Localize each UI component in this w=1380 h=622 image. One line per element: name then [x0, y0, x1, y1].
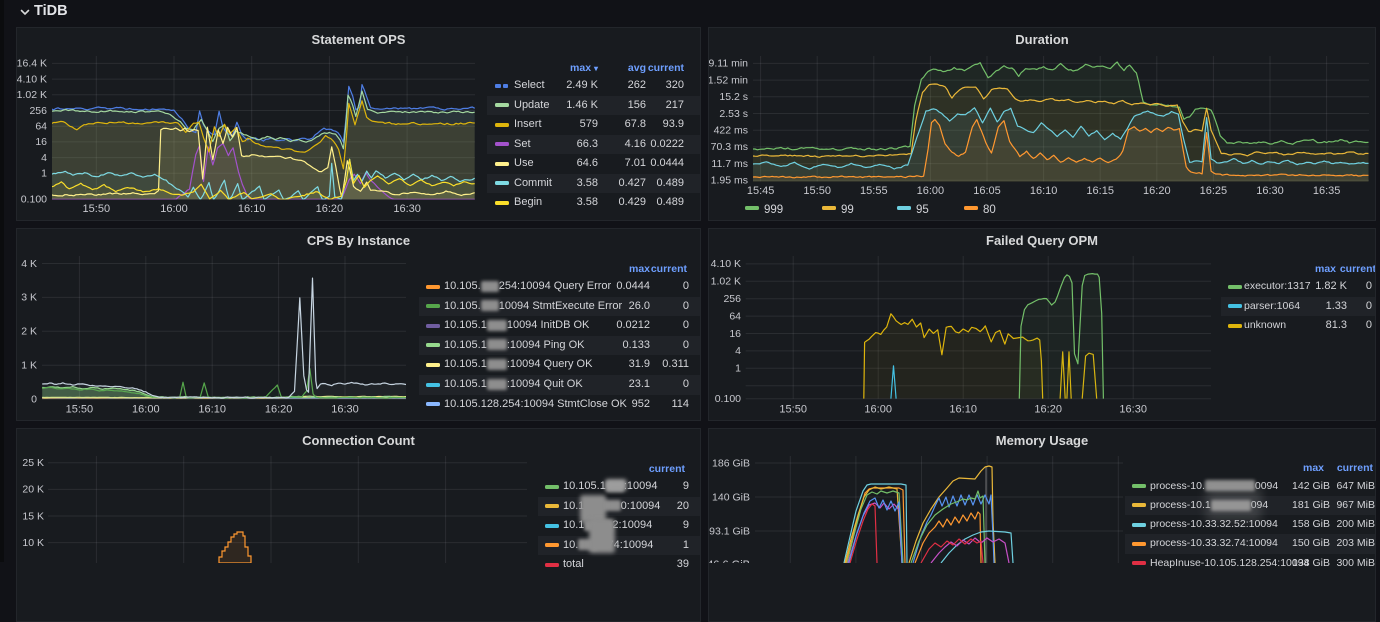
svg-text:16:00: 16:00 [864, 404, 892, 416]
svg-text:99: 99 [841, 204, 854, 216]
svg-text:70.3 ms: 70.3 ms [711, 141, 748, 153]
svg-text:11.7 ms: 11.7 ms [711, 158, 748, 170]
svg-text:4: 4 [735, 345, 741, 357]
svg-text:1.52 min: 1.52 min [709, 74, 748, 86]
svg-text:1.95 ms: 1.95 ms [711, 175, 748, 187]
svg-text:1: 1 [735, 363, 741, 375]
svg-text:999: 999 [764, 204, 783, 216]
svg-text:95: 95 [916, 204, 929, 216]
svg-text:16:35: 16:35 [1313, 185, 1341, 197]
svg-text:15:55: 15:55 [860, 185, 888, 197]
svg-text:15:45: 15:45 [747, 185, 775, 197]
svg-text:15.2 s: 15.2 s [719, 91, 748, 103]
svg-text:16:30: 16:30 [1256, 185, 1284, 197]
svg-text:16:20: 16:20 [1034, 404, 1062, 416]
svg-text:16:00: 16:00 [917, 185, 945, 197]
svg-text:16:10: 16:10 [1030, 185, 1058, 197]
svg-text:80: 80 [983, 204, 996, 216]
svg-text:15:50: 15:50 [803, 185, 831, 197]
svg-text:16:15: 16:15 [1086, 185, 1114, 197]
svg-text:2.53 s: 2.53 s [719, 108, 748, 120]
svg-text:16:05: 16:05 [973, 185, 1001, 197]
svg-text:16:30: 16:30 [1119, 404, 1147, 416]
svg-text:16:10: 16:10 [949, 404, 977, 416]
svg-text:9.11 min: 9.11 min [709, 58, 748, 70]
svg-text:15:50: 15:50 [779, 404, 807, 416]
svg-text:16:20: 16:20 [1143, 185, 1171, 197]
svg-text:16:25: 16:25 [1200, 185, 1228, 197]
svg-text:422 ms: 422 ms [714, 124, 748, 136]
svg-text:0.100: 0.100 [715, 393, 741, 405]
